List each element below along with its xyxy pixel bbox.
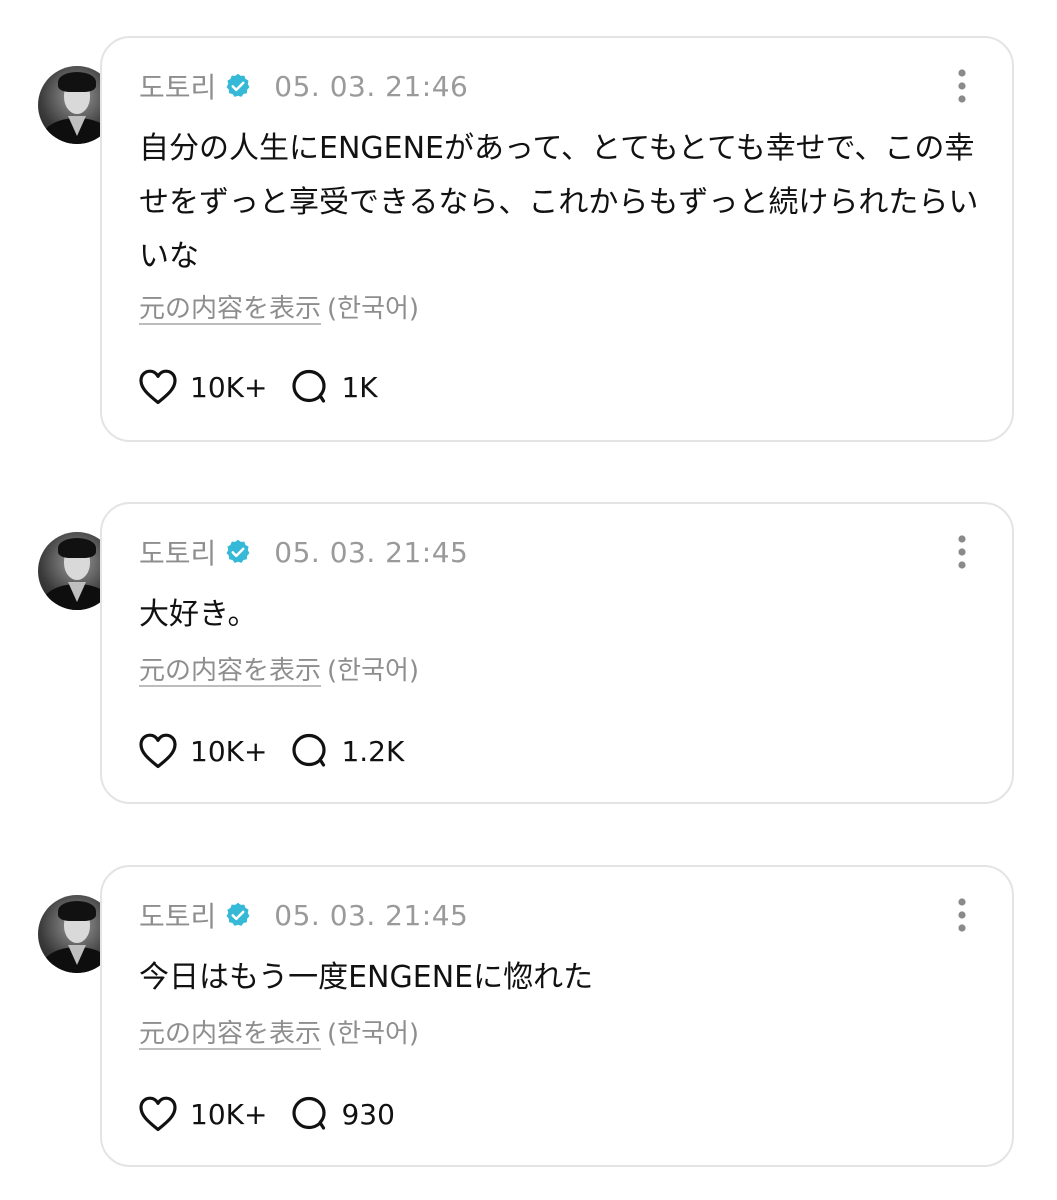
post-actions: 10K+ 1K [138,368,400,406]
post: 도토리 05. 03. 21:45 今日はもう一度ENGENEに惚れた 元の内容… [0,865,1057,1167]
post-header: 도토리 05. 03. 21:45 [139,895,468,935]
username[interactable]: 도토리 [139,66,216,106]
reply-button[interactable]: 930 [289,1095,395,1133]
show-original-link[interactable]: 元の内容を表示 [139,656,321,686]
original-language-label: (한국어) [327,1019,420,1049]
comment-icon [292,1096,327,1130]
post: 도토리 05. 03. 21:45 大好き。 元の内容を表示 (한국어) 10K… [0,502,1057,804]
verified-badge-icon [226,539,250,563]
post: 도토리 05. 03. 21:46 自分の人生にENGENEがあって、とてもとて… [0,36,1057,442]
post-header: 도토리 05. 03. 21:45 [139,532,468,572]
more-options-icon[interactable] [954,897,970,933]
show-original-link[interactable]: 元の内容を表示 [139,294,321,324]
comment-icon [292,733,327,767]
post-timestamp: 05. 03. 21:45 [274,535,469,569]
heart-icon [139,733,177,769]
post-actions: 10K+ 930 [138,1095,417,1133]
like-count: 10K+ [190,734,268,768]
post-card[interactable]: 도토리 05. 03. 21:45 今日はもう一度ENGENEに惚れた 元の内容… [100,865,1014,1167]
post-text: 今日はもう一度ENGENEに惚れた [139,960,594,995]
translation-toggle: 元の内容を表示 (한국어) [139,650,419,687]
more-options-icon[interactable] [954,534,970,570]
reply-button[interactable]: 1.2K [289,732,404,770]
reply-count: 1.2K [341,734,405,768]
like-count: 10K+ [190,370,268,404]
post-timestamp: 05. 03. 21:46 [274,69,469,103]
like-button[interactable]: 10K+ [138,732,267,770]
show-original-link[interactable]: 元の内容を表示 [139,1019,321,1049]
heart-icon [139,369,177,405]
username[interactable]: 도토리 [139,532,216,572]
like-button[interactable]: 10K+ [138,1095,267,1133]
comment-icon [292,369,327,403]
post-timestamp: 05. 03. 21:45 [274,898,469,932]
like-button[interactable]: 10K+ [138,368,267,406]
reply-count: 930 [341,1097,395,1131]
more-options-icon[interactable] [954,68,970,104]
thread-feed: 도토리 05. 03. 21:46 自分の人生にENGENEがあって、とてもとて… [0,0,1057,1200]
verified-badge-icon [226,902,250,926]
post-card[interactable]: 도토리 05. 03. 21:46 自分の人生にENGENEがあって、とてもとて… [100,36,1014,442]
like-count: 10K+ [190,1097,268,1131]
post-header: 도토리 05. 03. 21:46 [139,66,468,106]
original-language-label: (한국어) [327,656,420,686]
post-card[interactable]: 도토리 05. 03. 21:45 大好き。 元の内容を表示 (한국어) 10K… [100,502,1014,804]
post-text: 自分の人生にENGENEがあって、とてもとても幸せで、この幸せをずっと享受できる… [139,131,979,274]
original-language-label: (한국어) [327,294,420,324]
heart-icon [139,1096,177,1132]
reply-button[interactable]: 1K [289,368,378,406]
post-text: 大好き。 [139,597,258,632]
translation-toggle: 元の内容を表示 (한국어) [139,288,419,325]
verified-badge-icon [226,73,250,97]
reply-count: 1K [341,370,378,404]
username[interactable]: 도토리 [139,895,216,935]
translation-toggle: 元の内容を表示 (한국어) [139,1013,419,1050]
post-actions: 10K+ 1.2K [138,732,426,770]
